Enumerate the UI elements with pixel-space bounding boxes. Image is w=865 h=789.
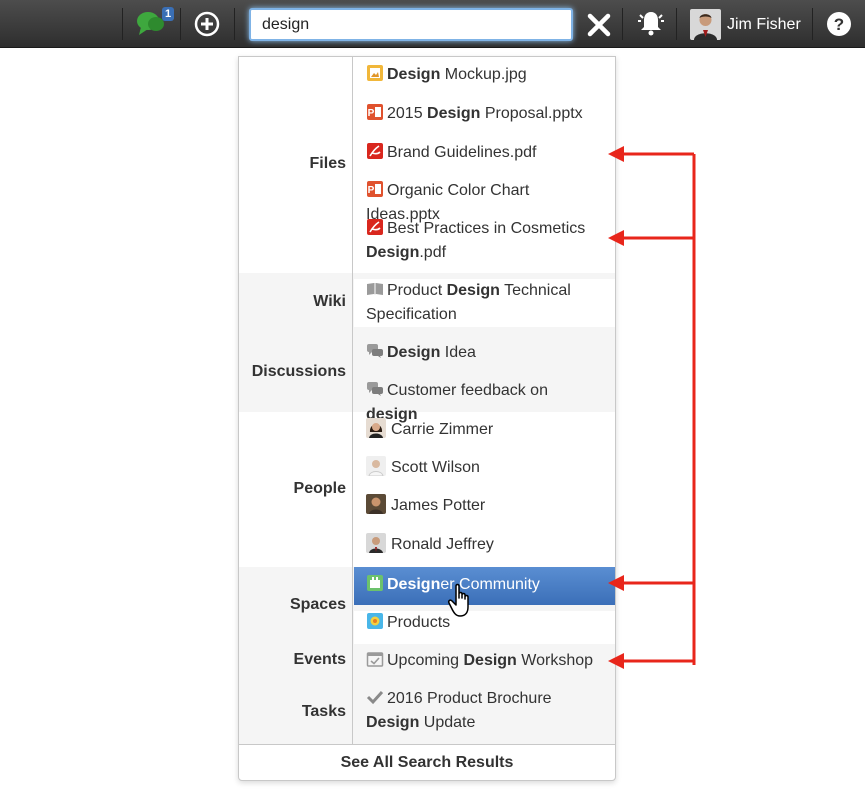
pptx-file-icon: P xyxy=(367,181,383,197)
category-label: Events xyxy=(239,644,353,682)
help-icon: ? xyxy=(827,12,851,36)
hand-cursor-icon xyxy=(448,583,469,617)
pptx-file-icon: P xyxy=(367,104,383,120)
discussion-icon xyxy=(367,382,383,396)
category-label: Files xyxy=(239,57,353,273)
results-group-spaces: Spaces Designer Community Products xyxy=(239,567,615,644)
calendar-icon xyxy=(366,652,384,667)
notifications-button[interactable] xyxy=(636,8,666,38)
result-item[interactable]: Upcoming Design Workshop xyxy=(354,649,615,673)
category-label: Wiki xyxy=(239,273,353,335)
result-item[interactable]: Design Mockup.jpg xyxy=(354,63,615,87)
arrow-head-icon xyxy=(608,653,624,669)
discussion-icon xyxy=(367,344,383,358)
see-all-results-link[interactable]: See All Search Results xyxy=(239,744,615,781)
divider xyxy=(234,8,235,40)
category-label: People xyxy=(239,412,353,567)
user-name: Jim Fisher xyxy=(727,15,801,33)
person-avatar xyxy=(366,533,386,553)
results-group-people: People Carrie Zimmer Scott Wilson James … xyxy=(239,412,615,567)
result-item[interactable]: P 2015 Design Proposal.pptx xyxy=(354,102,615,126)
pdf-file-icon xyxy=(367,143,383,159)
result-item[interactable]: Scott Wilson xyxy=(354,456,615,480)
person-avatar xyxy=(366,494,386,514)
plus-circle-icon xyxy=(194,11,220,37)
divider xyxy=(676,8,677,40)
search-results-dropdown: Files Design Mockup.jpg P 2015 Design Pro… xyxy=(238,56,616,781)
book-icon xyxy=(367,283,383,295)
create-button[interactable] xyxy=(194,11,220,37)
search-input[interactable] xyxy=(249,8,573,41)
result-item-selected[interactable]: Designer Community xyxy=(354,567,615,605)
arrow-head-icon xyxy=(608,575,624,591)
chat-button[interactable]: 1 xyxy=(136,7,176,39)
category-label: Discussions xyxy=(239,335,353,412)
image-file-icon xyxy=(367,65,383,81)
person-avatar xyxy=(366,418,386,438)
arrow-head-icon xyxy=(608,230,624,246)
top-bar: 1 Jim Fis xyxy=(0,0,865,48)
svg-text:P: P xyxy=(368,108,375,119)
svg-text:?: ? xyxy=(834,15,844,34)
result-item[interactable]: Carrie Zimmer xyxy=(354,418,615,442)
result-item[interactable]: 2016 Product Brochure Design Update xyxy=(354,687,615,735)
result-item[interactable]: Best Practices in Cosmetics Design.pdf xyxy=(354,217,615,265)
results-group-wiki: Wiki Product Design Technical Specificat… xyxy=(239,273,615,335)
notification-count-badge: 1 xyxy=(162,7,175,21)
divider xyxy=(180,8,181,40)
result-item[interactable]: Brand Guidelines.pdf xyxy=(354,141,615,165)
divider xyxy=(812,8,813,40)
category-label: Tasks xyxy=(239,682,353,744)
annotation-arrows xyxy=(608,146,696,669)
results-group-tasks: Tasks 2016 Product Brochure Design Updat… xyxy=(239,682,615,744)
space-icon xyxy=(367,575,383,591)
results-group-discussions: Discussions Design Idea Customer feedbac… xyxy=(239,335,615,423)
results-group-events: Events Upcoming Design Workshop xyxy=(239,644,615,682)
divider xyxy=(122,8,123,40)
help-button[interactable]: ? xyxy=(826,11,852,37)
arrow-head-icon xyxy=(608,146,624,162)
result-item[interactable]: James Potter xyxy=(354,494,615,518)
divider xyxy=(622,8,623,40)
user-menu[interactable]: Jim Fisher xyxy=(690,8,801,41)
result-item[interactable]: Product Design Technical Specification xyxy=(354,279,615,327)
results-group-files: Files Design Mockup.jpg P 2015 Design Pro… xyxy=(239,57,615,273)
pdf-file-icon xyxy=(367,219,383,235)
space-icon xyxy=(367,613,383,629)
checkmark-icon xyxy=(366,690,384,705)
category-label: Spaces xyxy=(239,567,353,644)
result-item[interactable]: Products xyxy=(354,611,615,644)
avatar xyxy=(690,9,721,40)
close-icon xyxy=(587,13,611,37)
bell-icon xyxy=(638,12,664,36)
result-item[interactable]: Ronald Jeffrey xyxy=(354,533,615,557)
svg-text:P: P xyxy=(368,185,375,196)
clear-search-button[interactable] xyxy=(587,13,611,37)
person-avatar xyxy=(366,456,386,476)
result-item[interactable]: Design Idea xyxy=(354,341,615,365)
